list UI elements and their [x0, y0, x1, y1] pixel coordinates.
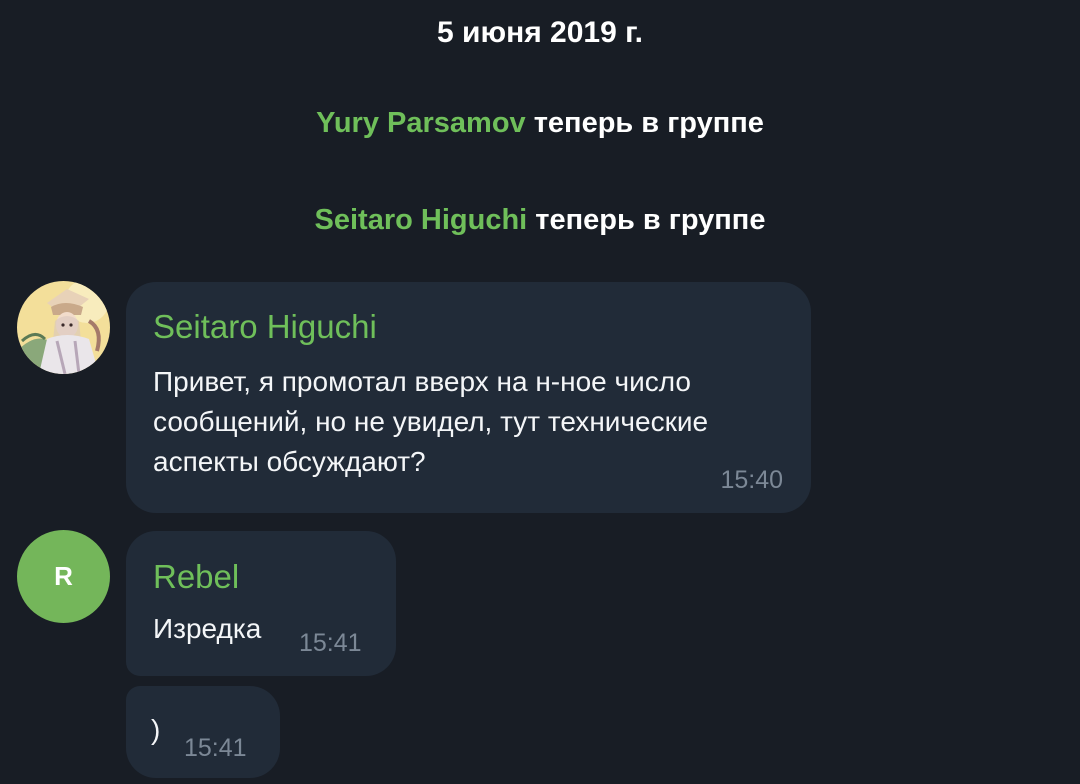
message-text: Изредка	[153, 613, 262, 644]
avatar[interactable]	[17, 281, 110, 374]
service-message-join: Yury Parsamov теперь в группе	[0, 107, 1080, 140]
sender-name[interactable]: Seitaro Higuchi	[153, 308, 377, 346]
joined-user-name[interactable]: Seitaro Higuchi	[315, 204, 528, 236]
message-bubble[interactable]: ) 15:41	[126, 686, 280, 778]
join-text: теперь в группе	[527, 204, 766, 236]
message-bubble[interactable]: Seitaro Higuchi Привет, я промотал вверх…	[126, 282, 811, 513]
join-text: теперь в группе	[525, 107, 764, 139]
service-message-join: Seitaro Higuchi теперь в группе	[0, 204, 1080, 237]
illustrated-character-avatar-icon	[17, 281, 110, 374]
sender-name[interactable]: Rebel	[153, 558, 239, 596]
date-header: 5 июня 2019 г.	[437, 16, 643, 49]
avatar-letter: R	[54, 561, 73, 591]
message-time: 15:41	[184, 734, 247, 762]
joined-user-name[interactable]: Yury Parsamov	[316, 107, 526, 139]
message-bubble[interactable]: Rebel Изредка 15:41	[126, 531, 396, 676]
avatar[interactable]: R	[17, 530, 110, 623]
message-time: 15:41	[299, 629, 362, 657]
message-text: )	[151, 714, 161, 745]
message-time: 15:40	[720, 466, 783, 494]
message-text: Привет, я промотал вверх на н-ное число …	[153, 366, 709, 477]
